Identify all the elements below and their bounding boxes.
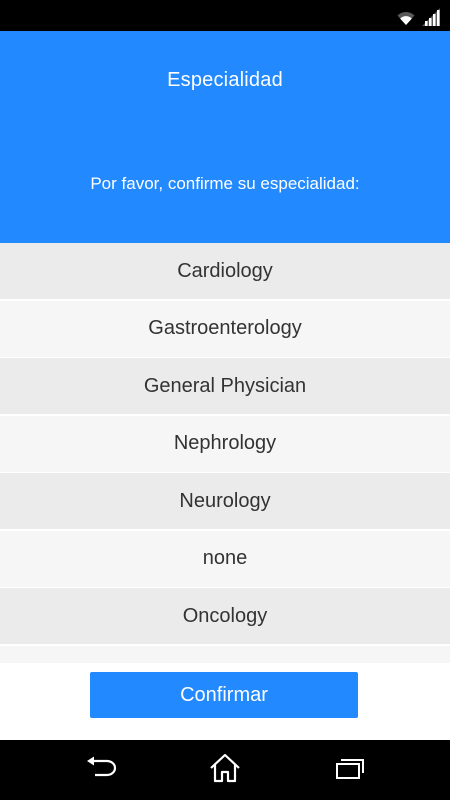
list-item-oncology[interactable]: Oncology [0,588,450,644]
page-subtitle: Por favor, confirme su especialidad: [90,174,360,193]
page-title: Especialidad [167,69,283,91]
list-item-nephrology[interactable]: Nephrology [0,415,450,472]
home-icon [208,753,242,788]
navigation-bar [0,740,450,800]
confirm-button[interactable]: Confirmar [90,672,358,718]
back-icon [84,756,117,785]
list-item-general-physician[interactable]: General Physician [0,358,450,414]
home-button[interactable] [205,753,245,788]
list-item-partial[interactable] [0,645,450,663]
list-item-gastroenterology[interactable]: Gastroenterology [0,300,450,357]
recents-icon [334,756,366,785]
list-item-none[interactable]: none [0,530,450,587]
specialty-list[interactable]: Cardiology Gastroenterology General Phys… [0,243,450,663]
status-bar [0,0,450,31]
back-button[interactable] [80,754,120,786]
app-screen: Especialidad Por favor, confirme su espe… [0,0,450,800]
list-item-neurology[interactable]: Neurology [0,473,450,529]
wifi-icon [396,10,416,26]
header: Especialidad Por favor, confirme su espe… [0,31,450,243]
list-item-cardiology[interactable]: Cardiology [0,243,450,299]
recents-button[interactable] [330,754,370,786]
signal-icon [422,8,440,26]
button-area: Confirmar [0,663,450,740]
status-icons [396,6,440,26]
